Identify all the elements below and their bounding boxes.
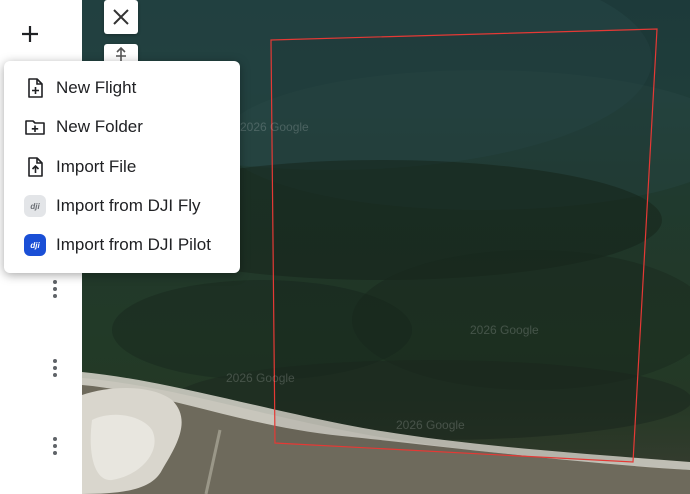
menu-item-import-dji-pilot[interactable]: dji Import from DJI Pilot [4, 227, 240, 263]
more-options-button[interactable] [45, 432, 65, 460]
new-file-icon [23, 76, 47, 100]
more-options-button[interactable] [45, 354, 65, 382]
menu-item-import-file[interactable]: Import File [4, 149, 240, 185]
close-button[interactable] [104, 0, 138, 34]
plus-icon [22, 26, 38, 42]
new-folder-icon [23, 115, 47, 139]
menu-item-label: New Folder [56, 117, 143, 136]
menu-item-new-folder[interactable]: New Folder [4, 109, 240, 145]
map-watermark: 2026 Google [226, 371, 295, 385]
upload-file-icon [23, 155, 47, 179]
map-watermark: 2026 Google [470, 323, 539, 337]
map-watermark: 2026 Google [240, 120, 309, 134]
menu-item-import-dji-fly[interactable]: dji Import from DJI Fly [4, 188, 240, 224]
menu-item-label: New Flight [56, 78, 137, 97]
menu-item-label: Import File [56, 157, 137, 176]
menu-item-label: Import from DJI Fly [56, 196, 201, 215]
more-vertical-icon [53, 280, 57, 284]
more-options-button[interactable] [45, 275, 65, 303]
more-vertical-icon [53, 437, 57, 441]
more-vertical-icon [53, 359, 57, 363]
close-icon [113, 9, 129, 25]
new-item-menu: New Flight New Folder Import File dji Im… [4, 61, 240, 273]
map-watermark: 2026 Google [396, 418, 465, 432]
menu-item-label: Import from DJI Pilot [56, 235, 211, 254]
dji-fly-badge: dji [24, 195, 46, 217]
menu-item-new-flight[interactable]: New Flight [4, 70, 240, 106]
dji-pilot-icon: dji [23, 233, 47, 257]
dji-pilot-badge: dji [24, 234, 46, 256]
dji-fly-icon: dji [23, 194, 47, 218]
add-button[interactable] [14, 18, 46, 50]
